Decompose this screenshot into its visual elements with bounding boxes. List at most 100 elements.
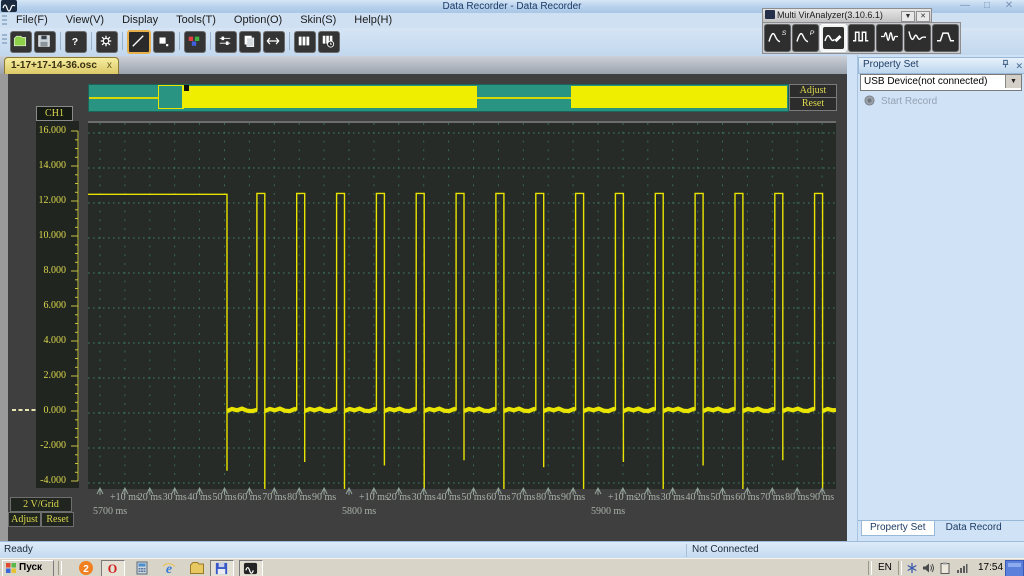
x-axis-minor-label: 70 ms [760, 492, 784, 503]
overview-outline-segment [158, 85, 184, 109]
tab-data-record[interactable]: Data Record [938, 521, 1010, 535]
x-axis-minor-label: 40 ms [686, 492, 710, 503]
internet-explorer-icon[interactable]: e [161, 560, 177, 576]
record-icon [864, 95, 875, 106]
damped-mode-button[interactable] [904, 24, 931, 52]
tab-close-icon[interactable]: x [107, 60, 112, 71]
x-axis-minor-label: 20 ms [387, 492, 411, 503]
menu-option[interactable]: Option(O) [225, 13, 291, 27]
window-frame-left [0, 74, 8, 541]
x-axis-major-label: 5800 ms [342, 506, 376, 517]
taskbar: Пуск 2 Oe EN 17:54 [0, 558, 1024, 576]
x-axis-minor-label: +10 ms [608, 492, 638, 503]
x-axis-minor-label: +10 ms [359, 492, 389, 503]
columns-time-view-button[interactable] [318, 31, 340, 53]
toolbar-separator [91, 32, 92, 50]
overview-position-marker [184, 85, 189, 91]
clipboard-icon[interactable] [939, 562, 951, 574]
document-tab-label: 1-17+17-14-36.osc [11, 60, 97, 71]
windows-logo-icon [5, 562, 17, 574]
opera-icon[interactable]: O [101, 560, 125, 576]
document-tab[interactable]: 1-17+17-14-36.osc x [4, 57, 119, 74]
menu-help[interactable]: Help(H) [345, 13, 401, 27]
open-file-button[interactable] [10, 31, 32, 53]
volume-icon[interactable] [922, 562, 934, 574]
save-tool-icon[interactable] [210, 560, 234, 576]
menu-view[interactable]: View(V) [57, 13, 113, 27]
data-recorder-mode-button[interactable] [820, 24, 847, 52]
x-axis-minor-label: 70 ms [262, 492, 286, 503]
y-axis-label: 14.000 [22, 160, 66, 171]
x-axis-minor-label: 80 ms [287, 492, 311, 503]
time-axis-labels: +10 ms20 ms30 ms40 ms50 ms60 ms70 ms80 m… [0, 488, 847, 522]
stop-button[interactable] [153, 31, 175, 53]
x-axis-minor-label: 60 ms [486, 492, 510, 503]
palette-close-icon[interactable]: ✕ [916, 11, 930, 22]
record-overview-bar[interactable] [88, 84, 789, 112]
burst-mode-button[interactable] [876, 24, 903, 52]
network-signal-icon[interactable] [956, 562, 968, 574]
pulse-mode-button[interactable] [848, 24, 875, 52]
overview-solid-segment [571, 86, 787, 108]
overview-reset-button[interactable]: Reset [789, 97, 837, 111]
start-record-button[interactable]: Start Record [864, 95, 937, 107]
x-axis-minor-label: 30 ms [412, 492, 436, 503]
pin-icon[interactable] [1001, 59, 1010, 69]
property-panel: Property Set ✕ USB Device(not connected)… [857, 55, 1024, 541]
tray-app-icon[interactable] [906, 562, 918, 574]
restore-button[interactable]: □ [976, 0, 998, 11]
chevron-down-icon[interactable]: ▼ [1005, 75, 1021, 88]
x-axis-minor-label: 30 ms [163, 492, 187, 503]
color-palette-button[interactable] [184, 31, 206, 53]
channel-label: CH1 [36, 106, 73, 121]
panel-close-icon[interactable]: ✕ [1015, 61, 1023, 71]
panel-splitter[interactable] [847, 55, 857, 541]
help-button[interactable]: ? [65, 31, 87, 53]
levels-button[interactable] [215, 31, 237, 53]
save-file-button[interactable] [34, 31, 56, 53]
line-tool-button[interactable] [127, 30, 151, 54]
settings-button[interactable] [96, 31, 118, 53]
menu-file[interactable]: File(F) [7, 13, 57, 27]
voltage-axis: 16.00014.00012.00010.0008.0006.0004.0002… [36, 121, 79, 488]
pan-horizontal-button[interactable] [263, 31, 285, 53]
y-axis-label: 6.000 [22, 300, 66, 311]
menu-display[interactable]: Display [113, 13, 167, 27]
menu-tools[interactable]: Tools(T) [167, 13, 225, 27]
device-select[interactable]: USB Device(not connected) ▼ [860, 74, 1022, 91]
minimize-button[interactable]: — [954, 0, 976, 11]
axis-reset-button[interactable]: Reset [41, 512, 74, 527]
browser-2-icon[interactable]: 2 [78, 560, 94, 576]
axis-adjust-button[interactable]: Adjust [8, 512, 41, 527]
property-panel-header: Property Set ✕ [858, 57, 1024, 74]
language-indicator[interactable]: EN [878, 562, 892, 573]
property-panel-title: Property Set [863, 59, 919, 70]
menu-skin[interactable]: Skin(S) [291, 13, 345, 27]
trapezoid-mode-button[interactable] [932, 24, 959, 52]
columns-view-button[interactable] [294, 31, 316, 53]
data-recorder-task-icon[interactable] [239, 560, 263, 576]
folder-icon[interactable] [189, 560, 205, 576]
calculator-icon[interactable] [134, 560, 150, 576]
tab-property-set[interactable]: Property Set [861, 521, 935, 536]
toolbar-separator [210, 32, 211, 50]
sweep-s-mode-button[interactable]: S [764, 24, 791, 52]
x-axis-minor-label: 90 ms [312, 492, 336, 503]
start-button[interactable]: Пуск [2, 560, 54, 576]
sweep-p-mode-button[interactable]: P [792, 24, 819, 52]
analyzer-palette-titlebar[interactable]: Multi VirAnalyzer(3.10.6.1) ▼✕ [762, 8, 932, 23]
clock[interactable]: 17:54 [978, 562, 1003, 573]
waveform-plot[interactable] [88, 121, 836, 489]
close-button[interactable]: ✕ [998, 0, 1020, 11]
overview-solid-segment [182, 86, 477, 108]
svg-text:2: 2 [83, 564, 89, 575]
show-desktop-button[interactable] [1005, 560, 1024, 576]
x-axis-minor-label: 80 ms [785, 492, 809, 503]
pages-button[interactable] [239, 31, 261, 53]
overview-adjust-button[interactable]: Adjust [789, 84, 837, 98]
palette-dropdown-icon[interactable]: ▼ [901, 11, 915, 22]
y-axis-label: 12.000 [22, 195, 66, 206]
x-axis-minor-label: 20 ms [636, 492, 660, 503]
toolbar-separator [122, 32, 123, 50]
svg-text:S: S [782, 30, 787, 37]
